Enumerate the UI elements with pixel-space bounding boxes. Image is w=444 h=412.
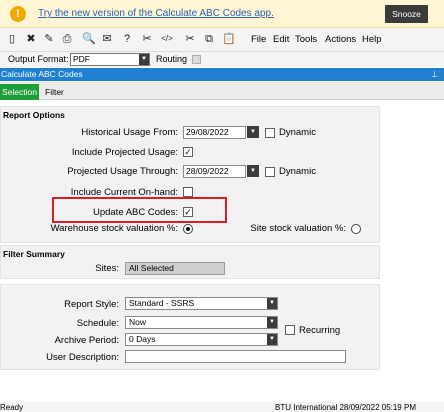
schedule-label: Schedule:: [76, 318, 119, 329]
filter-icon[interactable]: ✂: [141, 33, 153, 45]
update-abc-checkbox[interactable]: ✓: [183, 207, 193, 217]
chevron-down-icon[interactable]: ▼: [267, 334, 277, 345]
historical-dynamic-checkbox[interactable]: [265, 128, 275, 138]
pin-icon[interactable]: ⊥: [431, 68, 438, 81]
historical-date-picker-icon[interactable]: ▼: [247, 126, 259, 138]
historical-usage-label: Historical Usage From:: [81, 127, 178, 138]
menu-file[interactable]: File: [251, 34, 266, 45]
status-info: BTU International 28/09/2022 05:19 PM: [275, 403, 416, 412]
print-icon[interactable]: ⎙: [61, 33, 73, 45]
update-abc-label: Update ABC Codes:: [92, 207, 178, 218]
include-projected-checkbox[interactable]: ✓: [183, 147, 193, 157]
query-icon[interactable]: ?: [121, 33, 133, 45]
routing-checkbox[interactable]: [192, 55, 201, 64]
output-format-row: Output Format: PDF ▼ Routing: [0, 52, 444, 67]
report-style-label: Report Style:: [64, 299, 119, 310]
print-preview-icon[interactable]: 🔍: [82, 33, 96, 45]
projected-date-picker-icon[interactable]: ▼: [247, 165, 259, 177]
archive-period-value: 0 Days: [129, 334, 156, 344]
output-format-value: PDF: [73, 54, 90, 64]
tab-bar: Selection Filter: [0, 82, 444, 100]
menu-tools[interactable]: Tools: [295, 34, 317, 45]
menu-help[interactable]: Help: [362, 34, 382, 45]
site-valuation-label: Site stock valuation %:: [250, 223, 346, 234]
archive-period-select[interactable]: 0 Days ▼: [125, 333, 278, 346]
routing-label: Routing: [156, 54, 188, 64]
tab-filter[interactable]: Filter: [45, 87, 64, 97]
chevron-down-icon[interactable]: ▼: [267, 317, 277, 328]
output-format-label: Output Format:: [8, 54, 69, 64]
user-description-label: User Description:: [46, 352, 119, 363]
status-ready: Ready: [0, 403, 24, 412]
historical-usage-input[interactable]: 29/08/2022: [183, 126, 246, 139]
code-icon[interactable]: </>: [159, 33, 175, 45]
paste-icon[interactable]: 📋: [222, 33, 236, 45]
delete-icon[interactable]: ✖: [25, 33, 37, 45]
archive-period-label: Archive Period:: [54, 335, 119, 346]
filter-summary-title: Filter Summary: [3, 249, 65, 259]
warning-icon: !: [10, 6, 26, 22]
brush-icon[interactable]: ✎: [43, 33, 55, 45]
sites-label: Sites:: [95, 263, 119, 274]
chevron-down-icon[interactable]: ▼: [139, 54, 149, 65]
warehouse-valuation-radio[interactable]: [183, 224, 193, 234]
try-new-version-link[interactable]: Try the new version of the Calculate ABC…: [38, 8, 274, 19]
projected-through-label: Projected Usage Through:: [67, 166, 178, 177]
include-projected-label: Include Projected Usage:: [71, 147, 178, 158]
chevron-down-icon[interactable]: ▼: [267, 298, 277, 309]
projected-through-input[interactable]: 28/09/2022: [183, 165, 246, 178]
new-document-icon[interactable]: ▯: [6, 33, 18, 45]
menu-edit[interactable]: Edit: [273, 34, 289, 45]
report-style-value: Standard - SSRS: [129, 298, 195, 308]
projected-dynamic-checkbox[interactable]: [265, 167, 275, 177]
schedule-select[interactable]: Now ▼: [125, 316, 278, 329]
historical-dynamic-label: Dynamic: [279, 127, 316, 138]
recurring-label: Recurring: [299, 325, 341, 336]
include-onhand-checkbox[interactable]: [183, 187, 193, 197]
menu-actions[interactable]: Actions: [325, 34, 356, 45]
status-bar: Ready BTU International 28/09/2022 05:19…: [0, 402, 444, 412]
user-description-input[interactable]: [125, 350, 346, 363]
projected-dynamic-label: Dynamic: [279, 166, 316, 177]
window-title-bar: Calculate ABC Codes ⊥: [0, 68, 444, 81]
report-style-select[interactable]: Standard - SSRS ▼: [125, 297, 278, 310]
copy-icon[interactable]: ⧉: [203, 33, 215, 45]
snooze-button[interactable]: Snooze: [385, 5, 428, 23]
cut-icon[interactable]: ✂: [184, 33, 196, 45]
sites-value: All Selected: [125, 262, 225, 275]
output-format-select[interactable]: PDF ▼: [70, 53, 150, 66]
toolbar: ▯ ✖ ✎ ⎙ 🔍 ✉ ? ✂ </> ✂ ⧉ 📋 File Edit Tool…: [0, 28, 444, 52]
radio-selected-dot: [186, 227, 190, 231]
site-valuation-radio[interactable]: [351, 224, 361, 234]
notification-banner: ! Try the new version of the Calculate A…: [0, 0, 444, 28]
send-icon[interactable]: ✉: [101, 33, 113, 45]
warehouse-valuation-label: Warehouse stock valuation %:: [50, 223, 178, 234]
tab-selection[interactable]: Selection: [0, 84, 39, 100]
report-options-title: Report Options: [3, 110, 65, 120]
recurring-checkbox[interactable]: [285, 325, 295, 335]
window-title: Calculate ABC Codes: [1, 69, 83, 79]
schedule-value: Now: [129, 317, 147, 327]
